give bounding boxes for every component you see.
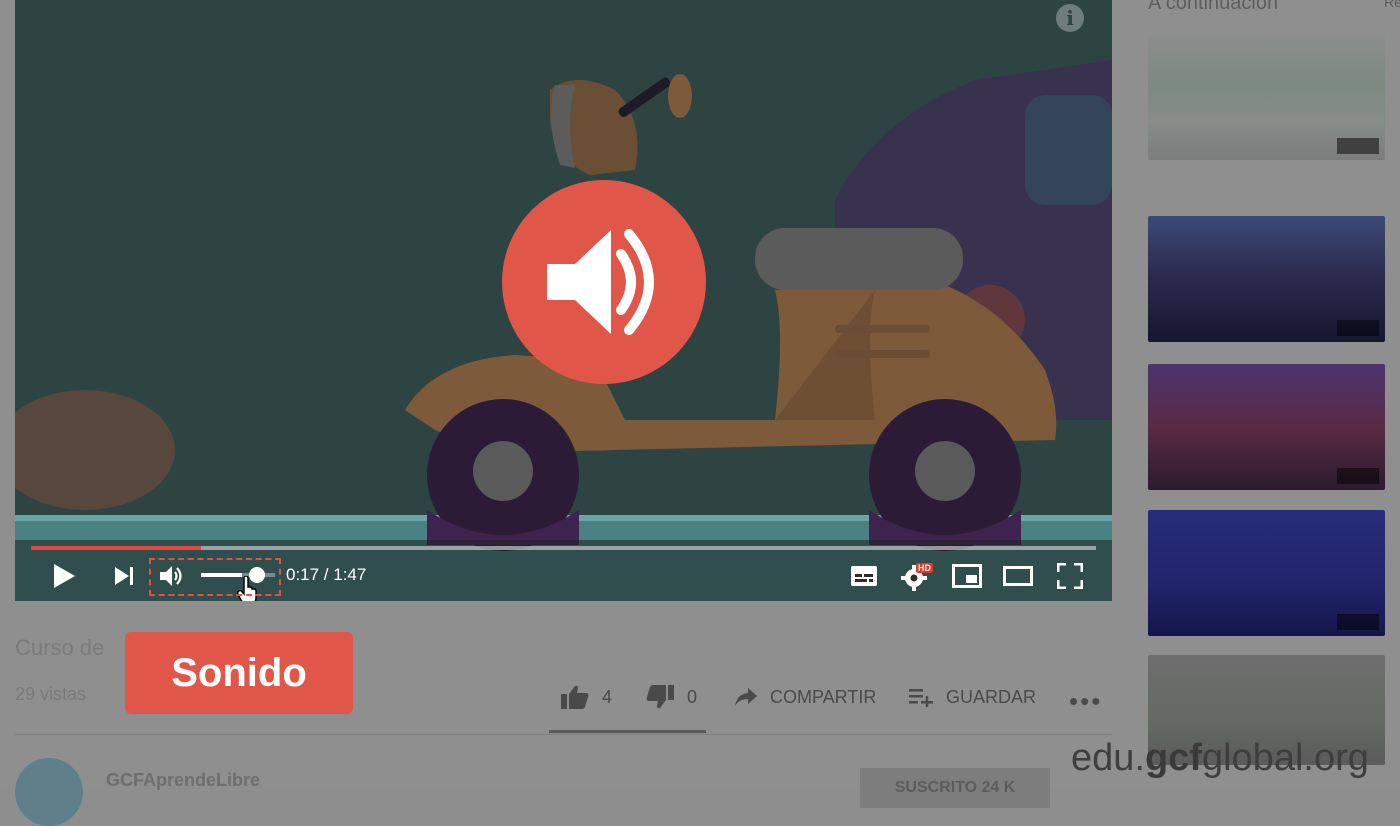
subtitles-button[interactable] [849,560,879,592]
video-player[interactable]: i 0:17 / 1:47 HD [15,0,1112,601]
sound-indicator [502,180,706,384]
related-video-thumbnail[interactable] [1148,34,1385,160]
share-button[interactable]: COMPARTIR [734,680,876,714]
play-button[interactable] [49,560,79,592]
save-label: GUARDAR [946,686,1037,707]
autoplay-label: Re [1384,0,1400,10]
duration-badge [1337,468,1379,484]
speaker-icon [547,229,654,335]
share-label: COMPARTIR [770,686,877,707]
share-icon [735,688,757,706]
subscribe-button[interactable]: SUSCRITO 24 K [860,768,1050,808]
fullscreen-button[interactable] [1055,560,1085,592]
playlist-add-icon [909,689,933,707]
info-icon[interactable]: i [1056,4,1084,32]
related-video-thumbnail[interactable] [1148,510,1385,636]
watermark-suffix: global.org [1201,737,1369,779]
duration-badge [1337,320,1379,336]
site-watermark: edu.gcfglobal.org [1071,737,1369,780]
duration-badge [1337,614,1379,630]
subtitles-icon [851,566,877,586]
fullscreen-icon [1057,563,1083,589]
thumbs-up-icon [561,685,589,709]
theater-mode-icon [1003,566,1033,586]
skip-next-icon [115,567,133,585]
time-display: 0:17 / 1:47 [286,565,367,584]
like-count: 4 [602,686,613,707]
hd-badge: HD [916,563,933,573]
like-button[interactable]: 4 [560,680,612,714]
like-ratio-bar [549,730,706,733]
view-count: 29 vistas [15,684,87,704]
channel-avatar[interactable] [15,758,83,826]
miniplayer-icon [952,564,982,588]
divider [15,734,1112,735]
related-video-thumbnail[interactable] [1148,364,1385,490]
related-video-thumbnail[interactable] [1148,216,1385,342]
progress-bar[interactable] [31,546,1096,550]
miniplayer-button[interactable] [951,560,983,592]
more-actions-icon[interactable]: ••• [1069,686,1102,717]
settings-button[interactable]: HD [899,560,933,592]
video-title: Curso de [15,635,105,660]
next-button[interactable] [109,560,139,592]
sonido-label-callout: Sonido [125,632,353,714]
watermark-prefix: edu. [1071,737,1145,779]
play-icon [54,564,75,588]
progress-played [31,546,202,550]
duration-badge [1337,138,1379,154]
watermark-brand: gcf [1144,737,1202,779]
save-button[interactable]: GUARDAR [908,680,1036,714]
up-next-heading: A continuación [1148,0,1279,14]
volume-highlight-box [149,558,281,596]
dislike-button[interactable]: 0 [645,680,697,714]
theater-mode-button[interactable] [1001,560,1035,592]
dislike-count: 0 [687,686,698,707]
thumbs-down-icon [646,685,674,709]
